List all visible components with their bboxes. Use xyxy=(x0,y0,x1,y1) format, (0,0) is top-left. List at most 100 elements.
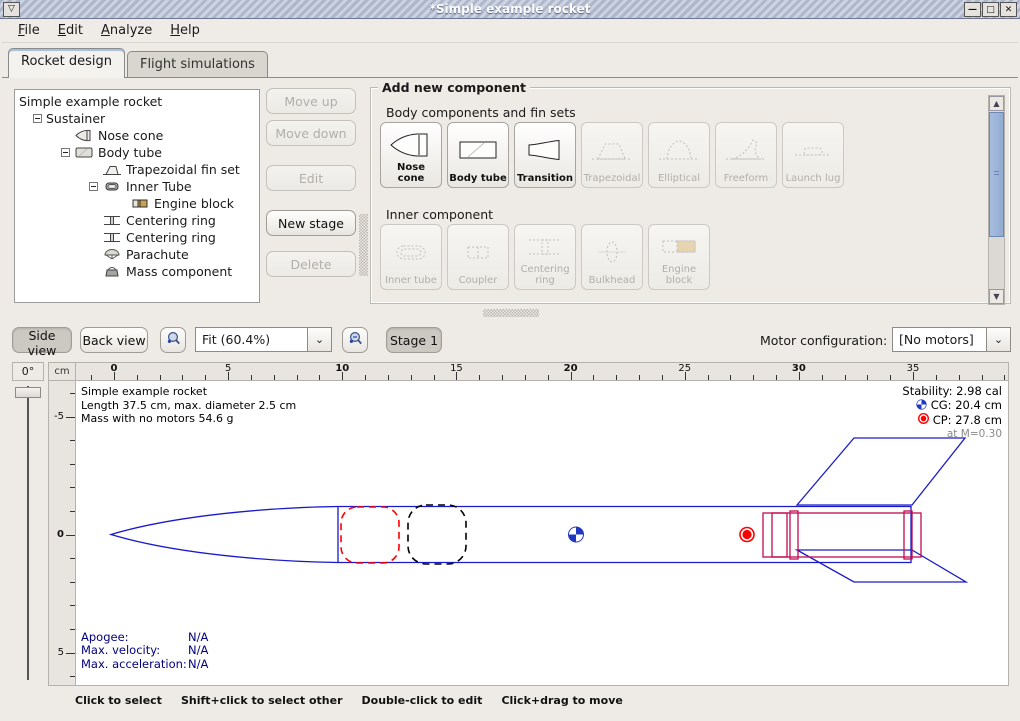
fin-lower[interactable] xyxy=(797,550,966,582)
menu-analyze[interactable]: Analyze xyxy=(93,20,160,41)
component-button-label: Body tube xyxy=(449,174,507,185)
window-menu-icon[interactable]: ▽ xyxy=(3,2,20,17)
horizontal-splitter-handle[interactable] xyxy=(483,309,539,317)
add-coupler-button[interactable]: Coupler xyxy=(447,224,509,290)
add-elliptical-button[interactable]: Elliptical xyxy=(648,122,710,188)
maximize-button[interactable]: □ xyxy=(982,2,999,17)
tree-item-mass-component[interactable]: Mass component xyxy=(17,263,257,280)
component-tree[interactable]: Simple example rocketSustainerNose coneB… xyxy=(14,89,260,303)
component-button-label: Elliptical xyxy=(658,174,700,185)
move-down-button[interactable]: Move down xyxy=(266,120,356,146)
ruler-tick xyxy=(365,375,366,380)
tree-item-body-tube[interactable]: Body tube xyxy=(17,144,257,161)
component-scrollbar[interactable]: ▲ ▼ xyxy=(988,95,1005,305)
stage-1-toggle[interactable]: Stage 1 xyxy=(386,327,442,353)
add-centering-ring-button[interactable]: Centering ring xyxy=(514,224,576,290)
add-body-tube-button[interactable]: Body tube xyxy=(447,122,509,188)
ruler-tick xyxy=(160,375,161,380)
tree-item-simple-example-rocket[interactable]: Simple example rocket xyxy=(17,93,257,110)
zoom-out-button[interactable] xyxy=(160,327,186,353)
edit-button[interactable]: Edit xyxy=(266,165,356,191)
vertical-splitter-handle[interactable] xyxy=(359,214,368,276)
component-button-label: Bulkhead xyxy=(589,276,636,287)
tree-item-centering-ring[interactable]: Centering ring xyxy=(17,229,257,246)
close-button[interactable]: ✕ xyxy=(1000,2,1017,17)
scroll-down-icon[interactable]: ▼ xyxy=(989,289,1004,304)
ruler-label: 15 xyxy=(450,363,463,374)
scroll-up-icon[interactable]: ▲ xyxy=(989,96,1004,111)
fin-set-icon xyxy=(102,162,122,177)
move-up-button[interactable]: Move up xyxy=(266,88,356,114)
bulkhead-icon xyxy=(583,228,641,276)
tree-item-trapezoidal-fin-set[interactable]: Trapezoidal fin set xyxy=(17,161,257,178)
tree-item-nose-cone[interactable]: Nose cone xyxy=(17,127,257,144)
stability-block: Stability: 2.98 cal CG: 20.4 cm CP: 27.8… xyxy=(902,385,1002,441)
back-view-button[interactable]: Back view xyxy=(80,327,148,353)
minimize-button[interactable]: — xyxy=(964,2,981,17)
add-nose-cone-button[interactable]: Nose cone xyxy=(380,122,442,188)
menu-edit[interactable]: Edit xyxy=(50,20,91,41)
body-tube-icon xyxy=(74,145,94,160)
add-engine-block-button[interactable]: Engine block xyxy=(648,224,710,290)
hint-text: Click+drag to move xyxy=(501,694,622,707)
tree-item-label: Body tube xyxy=(98,145,162,160)
tree-item-sustainer[interactable]: Sustainer xyxy=(17,110,257,127)
rocket-canvas[interactable]: Simple example rocket Length 37.5 cm, ma… xyxy=(75,381,1009,686)
tree-collapse-icon[interactable] xyxy=(33,113,46,124)
zoom-in-button[interactable] xyxy=(342,327,368,353)
add-inner-tube-button[interactable]: Inner tube xyxy=(380,224,442,290)
ruler-label: -5 xyxy=(54,410,64,421)
ruler-tick xyxy=(730,375,731,380)
mass-component-outline[interactable] xyxy=(408,505,466,564)
engine-block-outline[interactable] xyxy=(772,513,787,557)
ruler-tick xyxy=(776,375,777,380)
add-trapezoidal-button[interactable]: Trapezoidal xyxy=(581,122,643,188)
add-launch-lug-button[interactable]: Launch lug xyxy=(782,122,844,188)
tree-item-engine-block[interactable]: Engine block xyxy=(17,195,257,212)
nose-cone-outline[interactable] xyxy=(111,507,338,563)
zoom-level-select[interactable]: Fit (60.4%) ⌄ xyxy=(195,327,332,352)
delete-button[interactable]: Delete xyxy=(266,251,356,277)
add-bulkhead-button[interactable]: Bulkhead xyxy=(581,224,643,290)
menu-help[interactable]: Help xyxy=(162,20,208,41)
ruler-tick xyxy=(479,375,480,380)
add-freeform-button[interactable]: Freeform xyxy=(715,122,777,188)
scrollbar-thumb[interactable] xyxy=(989,112,1004,237)
cp-marker xyxy=(740,528,754,542)
ruler-tick xyxy=(319,375,320,380)
chevron-down-icon[interactable]: ⌄ xyxy=(307,328,331,351)
body-tube-outline[interactable] xyxy=(338,507,911,563)
menu-file[interactable]: File xyxy=(10,20,48,41)
stability-value: Stability: 2.98 cal xyxy=(902,385,1002,399)
centering-ring-fore[interactable] xyxy=(790,511,798,559)
chevron-down-icon[interactable]: ⌄ xyxy=(986,328,1010,351)
add-transition-button[interactable]: Transition xyxy=(514,122,576,188)
tree-item-label: Centering ring xyxy=(126,213,216,228)
new-stage-button[interactable]: New stage xyxy=(266,210,356,236)
tab-flight-simulations[interactable]: Flight simulations xyxy=(127,51,268,78)
tree-item-centering-ring[interactable]: Centering ring xyxy=(17,212,257,229)
motor-configuration-select[interactable]: [No motors] ⌄ xyxy=(892,327,1011,352)
tree-collapse-icon[interactable] xyxy=(61,147,74,158)
parachute-outline[interactable] xyxy=(341,507,399,563)
rotation-slider-handle[interactable] xyxy=(15,387,41,398)
tree-item-inner-tube[interactable]: Inner Tube xyxy=(17,178,257,195)
engine-block-icon xyxy=(650,228,708,265)
tree-collapse-icon[interactable] xyxy=(89,181,102,192)
fin-upper[interactable] xyxy=(797,438,965,505)
tree-item-label: Engine block xyxy=(154,196,234,211)
menu-bar: FileEditAnalyzeHelp xyxy=(2,19,1018,43)
rotation-slider[interactable] xyxy=(13,384,43,684)
flight-stat-row: Apogee:N/A xyxy=(81,631,208,645)
trapezoidal-fin-icon xyxy=(583,126,641,174)
rocket-side-view[interactable] xyxy=(76,381,1008,684)
ruler-tick xyxy=(434,375,435,380)
tab-rocket-design[interactable]: Rocket design xyxy=(8,48,125,78)
inner-tube-icon xyxy=(102,179,122,194)
title-bar[interactable]: ▽ *Simple example rocket —□✕ xyxy=(0,0,1020,19)
mach-annotation: at M=0.30 xyxy=(902,428,1002,442)
side-view-button[interactable]: Side view xyxy=(12,327,72,353)
component-button-label: Transition xyxy=(517,174,573,185)
ruler-tick xyxy=(411,375,412,380)
tree-item-parachute[interactable]: Parachute xyxy=(17,246,257,263)
